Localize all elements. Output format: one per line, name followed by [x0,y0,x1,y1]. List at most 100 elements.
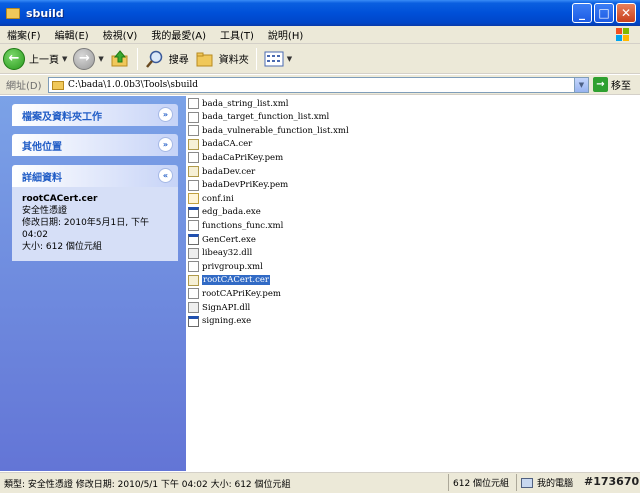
back-button[interactable]: ← 上一頁 ▼ [0,46,70,72]
menu-file[interactable]: 檔案(F) [0,27,48,42]
minimize-button[interactable]: _ [572,3,592,23]
file-list-item[interactable]: bada_string_list.xml [188,97,288,110]
file-name: functions_func.xml [202,220,284,231]
xml-file-icon [188,125,199,137]
details-panel: 詳細資料 « rootCACert.cer 安全性憑證 修改日期: 2010年5… [12,165,178,261]
search-icon [145,50,163,68]
folders-label: 資料夾 [218,55,249,66]
file-name: bada_string_list.xml [202,98,289,109]
file-name: libeay32.dll [202,248,253,259]
file-list-item[interactable]: functions_func.xml [188,219,283,232]
file-list-item[interactable]: badaCaPriKey.pem [188,151,283,164]
other-places-header[interactable]: 其他位置 » [12,134,178,156]
pem-file-icon [188,288,199,300]
cert-file-icon [188,138,199,150]
menu-view[interactable]: 檢視(V) [96,27,145,42]
chevron-double-up-icon[interactable]: « [158,168,173,183]
file-tasks-header[interactable]: 檔案及資料夾工作 » [12,104,178,126]
computer-icon [521,477,533,488]
chevron-down-icon[interactable]: ▼ [287,55,292,63]
chevron-double-down-icon[interactable]: » [158,137,173,152]
file-name: bada_target_function_list.xml [202,112,330,123]
back-label: 上一頁 [29,55,59,66]
file-name: badaCA.cer [202,139,253,150]
address-bar: 網址(D) C:\bada\1.0.0b3\Tools\sbuild ▼ → 移… [0,75,640,95]
back-arrow-icon: ← [3,47,25,70]
file-name: badaCaPriKey.pem [202,152,284,163]
menu-edit[interactable]: 編輯(E) [48,27,96,42]
details-header[interactable]: 詳細資料 « [12,165,178,187]
chevron-down-icon[interactable]: ▼ [574,78,588,92]
file-list-item[interactable]: edg_bada.exe [188,206,261,219]
file-name: badaDevPriKey.pem [202,180,289,191]
file-list-item[interactable]: badaDev.cer [188,165,255,178]
title-bar: sbuild _ □ ✕ [0,0,640,26]
file-tasks-panel: 檔案及資料夾工作 » [12,104,178,126]
status-location-text: 我的電腦 [537,479,574,489]
chevron-down-icon[interactable]: ▼ [62,55,67,63]
forward-button[interactable]: → ▼ [70,46,106,72]
folders-icon [196,52,213,66]
file-list-item[interactable]: privgroup.xml [188,260,263,273]
search-label: 搜尋 [168,55,189,66]
go-arrow-icon: → [593,77,608,92]
file-name: rootCACert.cer [202,275,270,286]
maximize-button[interactable]: □ [594,3,614,23]
detail-file-type: 安全性憑證 [22,206,68,216]
file-list-item[interactable]: SignAPI.dll [188,301,250,314]
xml-file-icon [188,261,199,273]
menu-favorites[interactable]: 我的最愛(A) [144,27,213,42]
file-list: bada_string_list.xml bada_target_function… [187,96,640,471]
menu-bar: 檔案(F) 編輯(E) 檢視(V) 我的最愛(A) 工具(T) 說明(H) [0,26,640,44]
file-name: conf.ini [202,193,234,204]
ini-file-icon [188,193,199,205]
exe-file-icon [188,234,199,245]
exe-file-icon [188,315,199,327]
file-list-item[interactable]: bada_vulnerable_function_list.xml [188,124,349,137]
file-name: rootCAPriKey.pem [202,288,281,299]
file-list-item[interactable]: badaCA.cer [188,138,252,151]
file-list-item[interactable]: rootCACert.cer [188,274,270,287]
views-button[interactable]: ▼ [261,46,295,72]
file-list-item[interactable]: signing.exe [188,315,251,328]
menu-tools[interactable]: 工具(T) [213,27,261,42]
chevron-double-down-icon[interactable]: » [158,107,173,122]
folder-icon [6,7,20,19]
go-button[interactable]: → 移至 [593,77,631,92]
detail-file-name: rootCACert.cer [22,194,98,204]
file-name: bada_vulnerable_function_list.xml [202,125,349,136]
go-label: 移至 [611,81,631,92]
close-button[interactable]: ✕ [616,3,636,23]
forward-arrow-icon: → [73,47,96,70]
file-name: SignAPI.dll [202,302,251,313]
file-name: badaDev.cer [202,166,256,177]
file-name: GenCert.exe [202,234,256,245]
file-list-item[interactable]: badaDevPriKey.pem [188,179,288,192]
address-field[interactable]: C:\bada\1.0.0b3\Tools\sbuild ▼ [48,77,589,93]
file-list-item[interactable]: conf.ini [188,192,234,205]
menu-help[interactable]: 說明(H) [261,27,310,42]
window-title: sbuild [26,6,64,20]
file-list-item[interactable]: bada_target_function_list.xml [188,111,329,124]
search-button[interactable]: 搜尋 [142,46,192,72]
chevron-down-icon[interactable]: ▼ [98,55,103,63]
status-bar: 類型: 安全性憑證 修改日期: 2010/5/1 下午 04:02 大小: 61… [0,472,640,493]
file-list-item[interactable]: rootCAPriKey.pem [188,287,281,300]
dll-file-icon [188,302,199,313]
file-list-item[interactable]: GenCert.exe [188,233,256,246]
folders-button[interactable]: 資料夾 [192,46,252,72]
details-title: 詳細資料 [22,172,62,184]
status-location: 我的電腦 [516,474,586,491]
dll-file-icon [188,247,199,259]
details-body: rootCACert.cer 安全性憑證 修改日期: 2010年5月1日, 下午… [12,187,178,261]
windows-logo-icon [616,28,629,41]
xml-file-icon [188,98,199,109]
file-name: privgroup.xml [202,261,263,272]
file-list-item[interactable]: libeay32.dll [188,247,252,260]
status-text: 類型: 安全性憑證 修改日期: 2010/5/1 下午 04:02 大小: 61… [4,480,291,490]
file-tasks-title: 檔案及資料夾工作 [22,111,102,123]
other-places-title: 其他位置 [22,141,62,153]
address-label: 網址(D) [6,81,42,92]
up-folder-button[interactable] [107,46,133,72]
file-name: edg_bada.exe [202,207,261,218]
